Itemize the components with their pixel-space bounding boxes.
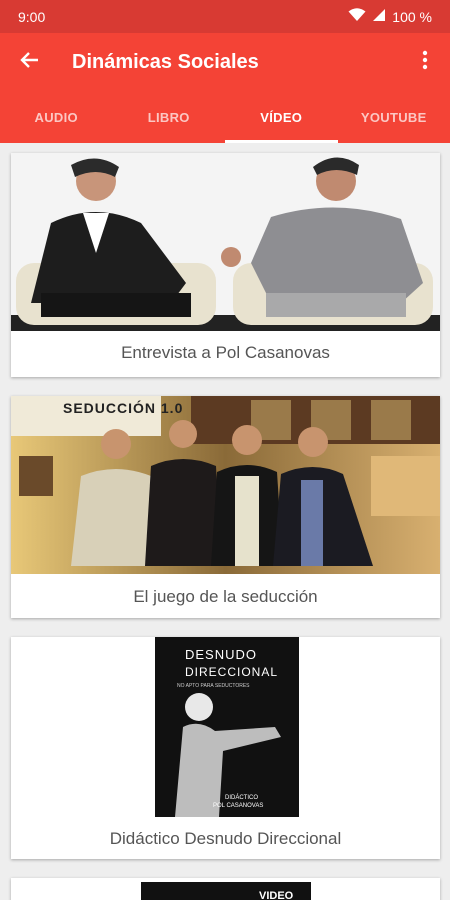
app-title: Dinámicas Sociales bbox=[72, 51, 259, 73]
more-options-button[interactable] bbox=[408, 45, 442, 79]
status-time: 9:00 bbox=[18, 9, 46, 25]
poster-footer-2: POL CASANOVAS bbox=[213, 803, 264, 809]
video-thumbnail bbox=[11, 153, 440, 331]
video-thumbnail: DESNUDO DIRECCIONAL NO APTO PARA SEDUCTO… bbox=[11, 637, 440, 817]
video-card[interactable]: DESNUDO DIRECCIONAL NO APTO PARA SEDUCTO… bbox=[11, 637, 440, 859]
video-list: Entrevista a Pol Casanovas SEDUCCIÓN 1.0… bbox=[0, 143, 450, 900]
poster-title-2: DIRECCIONAL bbox=[185, 665, 279, 679]
tab-youtube[interactable]: YOUTUBE bbox=[338, 91, 450, 143]
poster-text: SEDUCCIÓN 1.0 bbox=[63, 400, 184, 416]
poster-footer-1: DIDÁCTICO bbox=[225, 795, 258, 801]
back-button[interactable] bbox=[12, 45, 46, 79]
arrow-back-icon bbox=[19, 51, 39, 74]
poster-text: VIDEO bbox=[259, 890, 294, 900]
video-poster: DESNUDO DIRECCIONAL NO APTO PARA SEDUCTO… bbox=[155, 637, 299, 817]
battery-percent: 100 % bbox=[392, 8, 432, 25]
video-card[interactable]: Entrevista a Pol Casanovas bbox=[11, 153, 440, 377]
tab-bar: AUDIO LIBRO VÍDEO YOUTUBE bbox=[0, 91, 450, 143]
wifi-icon bbox=[348, 8, 366, 25]
video-thumbnail: SEDUCCIÓN 1.0 bbox=[11, 396, 440, 574]
video-title: Entrevista a Pol Casanovas bbox=[121, 343, 330, 362]
status-icons: 100 % bbox=[348, 8, 432, 25]
status-bar: 9:00 100 % bbox=[0, 0, 450, 33]
video-card[interactable]: SEDUCCIÓN 1.0 El juego de la seducción bbox=[11, 396, 440, 618]
tab-audio[interactable]: AUDIO bbox=[0, 91, 113, 143]
video-poster: VIDEO bbox=[141, 882, 311, 900]
video-title: El juego de la seducción bbox=[133, 587, 318, 606]
video-card[interactable]: VIDEO bbox=[11, 878, 440, 900]
more-vert-icon bbox=[422, 50, 428, 75]
cellular-signal-icon bbox=[372, 8, 386, 25]
video-thumbnail: VIDEO bbox=[11, 878, 440, 900]
app-bar: Dinámicas Sociales bbox=[0, 33, 450, 91]
tab-libro[interactable]: LIBRO bbox=[113, 91, 226, 143]
tab-video[interactable]: VÍDEO bbox=[225, 91, 338, 143]
video-title: Didáctico Desnudo Direccional bbox=[109, 829, 342, 848]
poster-title-1: DESNUDO bbox=[185, 647, 258, 662]
